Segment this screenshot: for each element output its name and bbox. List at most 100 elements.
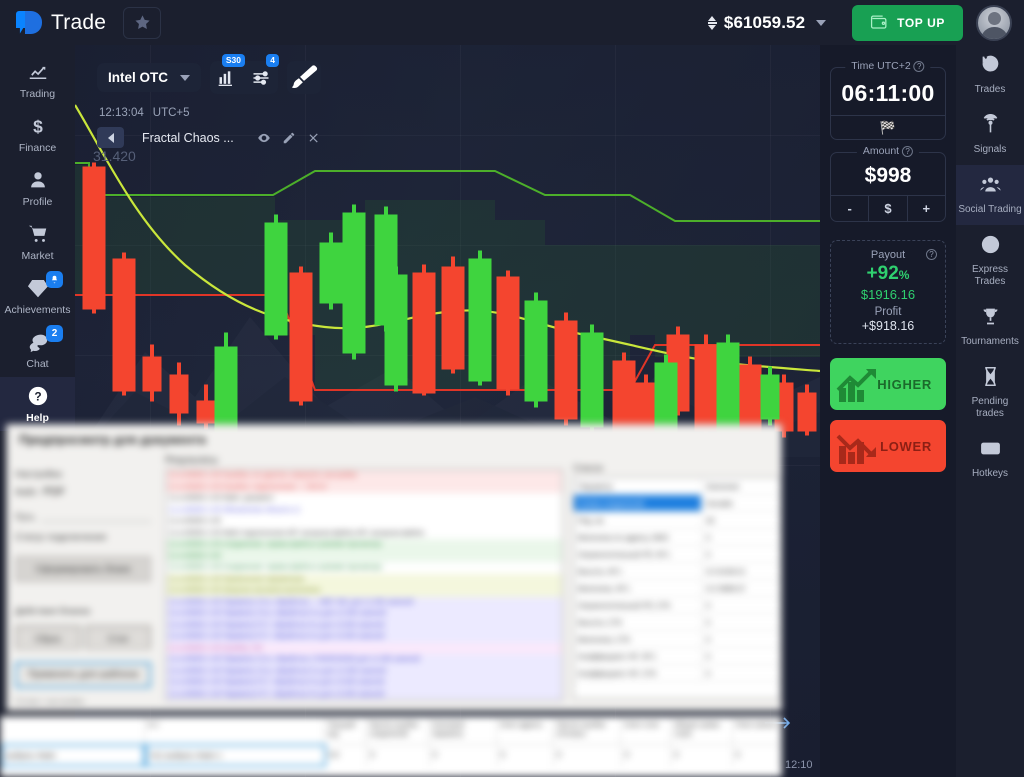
sidebar-item-finance[interactable]: $ Finance	[0, 107, 75, 161]
dialog-stop-button[interactable]: Стоп	[85, 625, 151, 649]
rail-item-express-trades[interactable]: Express Trades	[956, 225, 1024, 297]
rail-item-tournaments[interactable]: Tournaments	[956, 297, 1024, 357]
dialog-log-pane[interactable]: 11-a-00000-1-00 Ошибка: не удалось загру…	[165, 469, 563, 701]
grid-cell-value: 0	[702, 614, 780, 630]
dialog-field-label: Путь	[15, 512, 35, 522]
balance-selector[interactable]: $61059.52	[700, 7, 838, 39]
sidebar-item-trading[interactable]: Trading	[0, 53, 75, 107]
table-header-cell	[1, 717, 145, 744]
payout-title: Payout	[837, 249, 939, 261]
chevron-down-icon	[816, 20, 826, 26]
eye-icon[interactable]	[257, 131, 271, 145]
grid-row[interactable]: Ограничительный Рб, ФГ10	[574, 546, 780, 563]
grid-row[interactable]: Величина, СТК0	[574, 631, 780, 648]
dialog-generate-button[interactable]: Сформировать бланк	[15, 556, 151, 582]
top-up-button[interactable]: TOP UP	[852, 5, 963, 41]
table-cell[interactable]: 0	[671, 744, 732, 767]
amount-field[interactable]: Amount ? $998 - $ +	[830, 152, 946, 222]
dialog-path-input[interactable]	[41, 509, 151, 522]
grid-row[interactable]: Величина по адресу, МКО0	[574, 529, 780, 546]
blurred-dialog-overlay[interactable]: Предпросмотр для документа Настройка Фай…	[0, 424, 782, 777]
grid-row[interactable]: Высота, ФГ10.0 8158.01	[574, 563, 780, 580]
grid-row[interactable]: Коэффициент ФГ, ФГ10	[574, 648, 780, 665]
grid-row[interactable]: Высота, СТК0	[574, 614, 780, 631]
pencil-icon[interactable]	[282, 131, 296, 145]
rail-item-social-trading[interactable]: Social Trading	[956, 165, 1024, 225]
expiration-time-field[interactable]: Time UTC+2 ? 06:11:00 🏁	[830, 67, 946, 140]
favorites-button[interactable]	[123, 7, 161, 39]
grid-cell-value: 0	[702, 648, 780, 664]
checkered-flag-icon: 🏁	[880, 120, 896, 136]
table-cell[interactable]: 0	[498, 744, 554, 767]
table-cell[interactable]: 0	[430, 744, 498, 767]
dialog-left-pane: Настройка Файл PDF Путь Статус подключен…	[7, 453, 159, 710]
sidebar-item-label: Market	[21, 250, 53, 262]
sidebar-item-achievements[interactable]: Achievements	[0, 269, 75, 323]
dialog-field-label: Файл	[15, 487, 37, 497]
indicators-badge: S30	[222, 54, 245, 67]
chart-settings-button[interactable]: 4	[244, 61, 278, 94]
indicators-button[interactable]: S30	[210, 61, 244, 94]
table-row[interactable]: выбрать ФайлН11 выбрать Файл-10,00000000	[1, 744, 781, 767]
bell-icon	[50, 275, 59, 284]
rail-item-trades[interactable]: Trades	[956, 45, 1024, 105]
table-cell[interactable]: выбрать Файл	[1, 744, 145, 767]
table-header-cell: А-2	[145, 717, 325, 744]
grid-cell-name: Величина по адресу, МКО	[574, 529, 702, 545]
asset-selector[interactable]: Intel OTC	[97, 63, 201, 92]
drawing-tools-button[interactable]	[287, 61, 321, 94]
table-cell[interactable]: 0	[733, 744, 781, 767]
log-line: 11-a-00000-1-00 Параметр Р17: обработка …	[166, 620, 562, 632]
rail-item-pending-trades[interactable]: Pending trades	[956, 357, 1024, 429]
grid-cell-value: Онлайн	[702, 495, 780, 511]
chart-toolbar: Intel OTC S30 4	[97, 61, 321, 94]
table-cell[interactable]: Н11 выбрать Файл-1	[145, 744, 325, 767]
dialog-bottom-table[interactable]: А-2Текущий кодПроток ошибки соединенийКл…	[0, 716, 782, 777]
sidebar-item-chat[interactable]: 2 Chat	[0, 323, 75, 377]
grid-row[interactable]: Ограничительный Рб, СТК0	[574, 597, 780, 614]
table-cell[interactable]: 0	[554, 744, 622, 767]
dialog-small-buttons: Сброс Стоп	[15, 625, 151, 649]
log-line: 11-a-00000-1-00 Параметр 15-а: обработка…	[166, 597, 562, 609]
table-cell[interactable]: 0,0	[326, 744, 368, 767]
grid-row[interactable]: Схема соединенийОнлайн	[574, 495, 780, 512]
expiration-mode-toggle[interactable]: 🏁	[831, 115, 945, 139]
higher-button[interactable]: HIGHER	[830, 358, 946, 410]
help-icon[interactable]: ?	[902, 146, 913, 157]
grid-cell-name: Ряд, мс	[574, 512, 702, 528]
sidebar-item-profile[interactable]: Profile	[0, 161, 75, 215]
table-header-cell: Общая сумма строк	[671, 717, 733, 744]
lower-button[interactable]: LOWER	[830, 420, 946, 472]
grid-cell-name: Величина, ФГ1	[574, 580, 702, 596]
table-cell[interactable]: 0	[622, 744, 672, 767]
report-dialog[interactable]: Предпросмотр для документа Настройка Фай…	[6, 424, 782, 711]
bar-indicator-icon	[217, 68, 237, 88]
header-right-group: $61059.52 TOP UP	[700, 5, 1024, 41]
table-cell[interactable]: 0	[367, 744, 430, 767]
grid-row[interactable]: Коэффициент ФГ, СТК0	[574, 665, 780, 682]
amount-currency-button[interactable]: $	[868, 196, 906, 221]
grid-header-cell: Значение	[702, 478, 780, 494]
grid-header-row: ПараметрЗначение	[574, 478, 780, 495]
log-line: 11-a-00000-1-00 Применение параметров	[166, 574, 562, 586]
amount-increase-button[interactable]: +	[907, 196, 945, 221]
brand-logo[interactable]: Trade	[16, 11, 106, 35]
help-icon[interactable]: ?	[926, 249, 937, 260]
grid-row[interactable]: Ряд, мс30	[574, 512, 780, 529]
dialog-reset-button[interactable]: Сброс	[15, 625, 81, 649]
sidebar-item-market[interactable]: Market	[0, 215, 75, 269]
close-icon[interactable]	[307, 131, 321, 145]
collapse-left-icon[interactable]	[97, 127, 124, 148]
amount-decrease-button[interactable]: -	[831, 196, 868, 221]
user-avatar[interactable]	[976, 5, 1012, 41]
rail-item-hotkeys[interactable]: Hotkeys	[956, 429, 1024, 489]
help-icon[interactable]: ?	[914, 61, 925, 72]
table-header-cell: Проток ошибки итоговых	[553, 717, 621, 744]
table-header-cell: Текущий код	[324, 717, 366, 744]
question-circle-icon: ?	[26, 384, 50, 408]
star-icon	[134, 14, 151, 31]
dialog-parameters-grid[interactable]: ПараметрЗначениеСхема соединенийОнлайнРя…	[573, 477, 781, 699]
dialog-apply-button[interactable]: Применить для шаблона	[15, 662, 151, 688]
grid-row[interactable]: Величина, ФГ10.0 5888.97	[574, 580, 780, 597]
rail-item-signals[interactable]: Signals	[956, 105, 1024, 165]
